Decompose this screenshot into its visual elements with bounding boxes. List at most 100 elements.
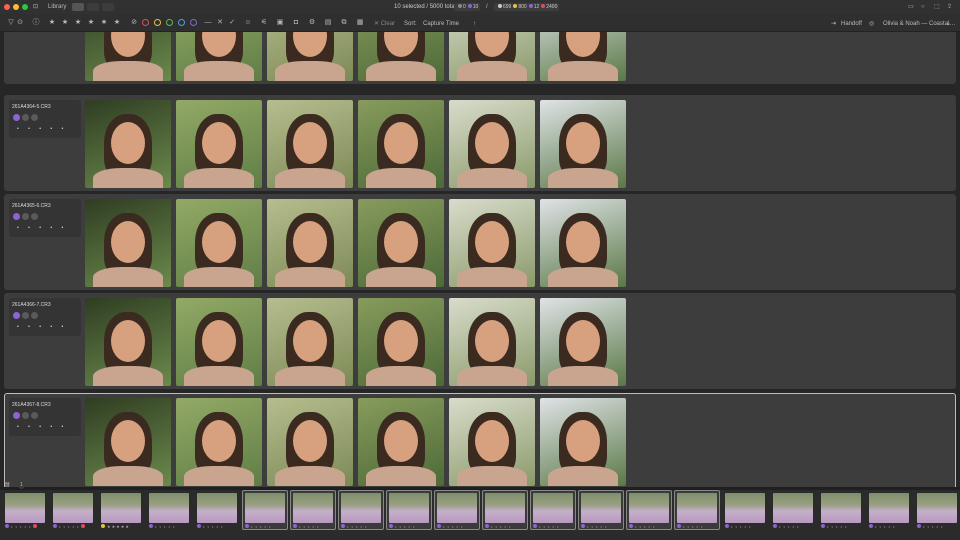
photo-thumbnail[interactable] [449,398,535,486]
photo-thumbnail[interactable] [449,100,535,188]
photo-thumbnail[interactable] [449,298,535,386]
accept-button[interactable] [31,213,38,220]
filmstrip-item[interactable]: • • • • • [818,490,864,530]
rating-stars[interactable]: • • • • • [17,424,67,430]
label-color-button[interactable] [13,412,20,419]
single-view-button[interactable] [72,3,84,11]
photo-thumbnail[interactable] [267,398,353,486]
rating-3-star-icon[interactable]: ★ [74,19,82,27]
reject-button[interactable] [22,312,29,319]
photo-stack-row[interactable]: 261A4364-5.CR3 • • • • • [4,95,956,191]
info-icon[interactable]: ⓘ [32,19,40,27]
export-icon[interactable]: ⬚ [934,3,940,11]
rating-stars[interactable]: • • • • • [17,126,67,132]
filmstrip-item[interactable]: • • • • • [434,490,480,530]
photo-thumbnail[interactable] [85,398,171,486]
photo-thumbnail[interactable] [540,199,626,287]
filmstrip-item[interactable]: • • • • • [50,490,96,530]
filter-options-icon[interactable]: ⊙ [16,19,24,27]
image-icon[interactable]: ▣ [276,19,284,27]
rating-1-star-icon[interactable]: ★ [48,19,56,27]
photo-thumbnail[interactable] [176,100,262,188]
rating-4-star-icon[interactable]: ★ [87,19,95,27]
photo-thumbnail[interactable] [358,298,444,386]
photo-thumbnail[interactable] [449,32,535,81]
label-color-button[interactable] [13,213,20,220]
filmstrip-item[interactable]: • • • • • [866,490,912,530]
color-label-filter[interactable] [142,19,149,26]
photo-thumbnail[interactable] [176,32,262,81]
filmstrip-item[interactable]: • • • • • [578,490,624,530]
photo-thumbnail[interactable] [176,298,262,386]
adjust-icon[interactable]: ⚟ [260,19,268,27]
photo-thumbnail[interactable] [267,298,353,386]
copy-icon[interactable]: ⧉ [340,19,348,27]
filmstrip-toggle-icon[interactable]: ▤ [4,481,10,489]
photo-stack-row[interactable] [4,32,956,84]
chat-icon[interactable]: ○ [921,3,925,11]
filmstrip-item[interactable]: • • • • • [482,490,528,530]
handoff-button[interactable]: Handoff [841,20,862,28]
filmstrip-item[interactable]: • • • • • [194,490,240,530]
filmstrip-item[interactable]: • • • • • [146,490,192,530]
photo-stack-row[interactable]: 261A4367-8.CR3 • • • • • [4,393,956,487]
photo-thumbnail[interactable] [176,199,262,287]
color-label-filter[interactable] [178,19,185,26]
photo-stack-row[interactable]: 261A4365-6.CR3 • • • • • [4,194,956,290]
face-icon[interactable]: ☺ [244,19,252,27]
handoff-icon[interactable]: ⇥ [831,20,836,28]
share-icon[interactable]: ⇪ [947,3,952,11]
photo-thumbnail[interactable] [540,398,626,486]
photo-thumbnail[interactable] [358,100,444,188]
rating-5-star-icon[interactable]: ★ [100,19,108,27]
filmstrip-item[interactable]: • • • • • [626,490,672,530]
grid-view-button[interactable] [87,3,99,11]
photo-thumbnail[interactable] [358,398,444,486]
photo-thumbnail[interactable] [85,100,171,188]
filmstrip-item[interactable]: • • • • • [770,490,816,530]
photo-thumbnail[interactable] [85,32,171,81]
photo-thumbnail[interactable] [449,199,535,287]
rating-2-star-icon[interactable]: ★ [61,19,69,27]
filmstrip-item[interactable]: • • • • • [530,490,576,530]
photo-thumbnail[interactable] [540,32,626,81]
photo-thumbnail[interactable] [85,298,171,386]
rating-stars[interactable]: • • • • • [17,225,67,231]
photo-thumbnail[interactable] [358,199,444,287]
reject-icon[interactable]: ✕ [216,19,224,27]
photo-thumbnail[interactable] [267,199,353,287]
minus-icon[interactable]: — [204,19,212,27]
filmstrip-item[interactable]: • • • • • [914,490,960,530]
photo-thumbnail[interactable] [540,100,626,188]
chevron-down-icon[interactable]: ⌄ [946,20,951,28]
camera-icon[interactable]: ◘ [292,19,300,27]
filmstrip-item[interactable]: • • • • • [290,490,336,530]
color-label-filter[interactable] [190,19,197,26]
minimize-window-button[interactable] [13,4,19,10]
close-window-button[interactable] [4,4,10,10]
panel-left-icon[interactable]: ▭ [908,3,914,11]
filmstrip-item[interactable]: • • • • • [386,490,432,530]
project-selector[interactable]: Olivia & Noah — Coastal… [883,20,955,28]
clear-button[interactable]: ✕ Clear [374,20,395,28]
filmstrip-item[interactable]: • • • • • [242,490,288,530]
color-label-filter[interactable] [166,19,173,26]
label-color-button[interactable] [13,114,20,121]
filmstrip-item[interactable]: • • • • • [338,490,384,530]
accept-button[interactable] [31,412,38,419]
filmstrip-item[interactable]: • • • • • [722,490,768,530]
label-color-button[interactable] [13,312,20,319]
photo-thumbnail[interactable] [85,199,171,287]
filmstrip-item[interactable]: ★★★★★ [98,490,144,530]
rating-stars[interactable]: • • • • • [17,324,67,330]
accept-button[interactable] [31,312,38,319]
accept-icon[interactable]: ✓ [228,19,236,27]
photo-thumbnail[interactable] [540,298,626,386]
photo-thumbnail[interactable] [267,100,353,188]
zoom-window-button[interactable] [22,4,28,10]
photo-thumbnail[interactable] [176,398,262,486]
color-label-filter[interactable] [154,19,161,26]
settings-icon[interactable]: ⚙ [308,19,316,27]
calendar-icon[interactable]: ▦ [356,19,364,27]
accept-button[interactable] [31,114,38,121]
